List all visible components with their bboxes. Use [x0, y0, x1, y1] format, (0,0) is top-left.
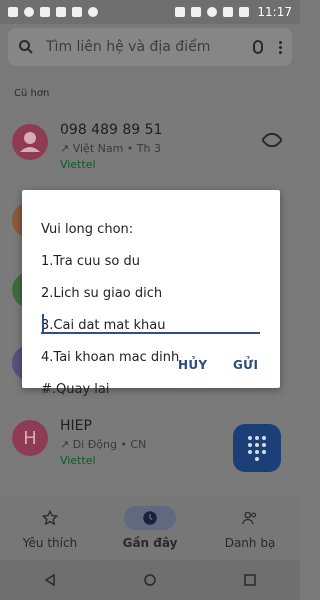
ussd-dialog: Vui long chon: 1.Tra cuu so du 2.Lich su… [22, 190, 280, 397]
search-placeholder[interactable]: Tìm liên hệ và địa điểm [34, 39, 253, 55]
signal-icon [223, 7, 234, 17]
recents-icon[interactable] [243, 573, 257, 587]
dialog-line: #.Quay lai [41, 382, 110, 397]
dialpad-button[interactable] [233, 424, 281, 472]
bluetooth-icon [175, 7, 186, 17]
contact-name: HIEP [60, 418, 92, 434]
star-icon [41, 509, 59, 526]
text-caret [42, 314, 44, 332]
avatar [12, 124, 48, 160]
person-icon [20, 132, 40, 152]
wifi-icon [207, 7, 218, 17]
more-options-icon[interactable] [279, 40, 282, 54]
contact-carrier: Viettel [60, 158, 96, 171]
search-icon [19, 40, 33, 54]
list-item[interactable]: 098 489 89 51 ↗ Việt Nam • Th 3 Viettel [0, 110, 300, 174]
dialpad-icon [248, 435, 266, 461]
app-r-icon [72, 7, 82, 17]
vibrate-icon [191, 7, 202, 17]
tab-favorites[interactable]: Yêu thích [0, 496, 100, 560]
bottom-navigation: Yêu thích Gần đây Danh bạ [0, 496, 300, 560]
call-icon[interactable] [260, 128, 284, 152]
dot-icon [88, 7, 98, 17]
notification-icon [8, 7, 18, 17]
back-icon[interactable] [43, 573, 57, 587]
section-label: Cũ hơn [14, 88, 50, 99]
system-navigation [0, 560, 300, 600]
play-icon [56, 7, 66, 17]
tab-label: Danh bạ [224, 536, 276, 550]
search-bar[interactable]: Tìm liên hệ và địa điểm [8, 28, 292, 66]
chat-icon [24, 7, 34, 17]
contact-carrier: Viettel [60, 454, 96, 467]
battery-icon [239, 7, 250, 17]
clock-icon [143, 511, 157, 525]
dialog-line: 1.Tra cuu so du [41, 254, 140, 269]
send-button[interactable]: GỬI [233, 358, 258, 372]
tab-recents[interactable]: Gần đây [100, 496, 200, 560]
people-icon [241, 511, 257, 525]
contact-name: 098 489 89 51 [60, 122, 163, 138]
status-bar: 11:17 [0, 0, 300, 24]
dialog-line: Vui long chon: [41, 222, 134, 237]
tab-label: Gần đây [122, 536, 178, 550]
status-right-icons: 11:17 [175, 5, 292, 19]
tab-contacts[interactable]: Danh bạ [200, 496, 300, 560]
tab-label: Yêu thích [22, 536, 78, 550]
status-time: 11:17 [257, 5, 292, 19]
dialog-message: Vui long chon: 1.Tra cuu so du 2.Lich su… [41, 206, 261, 414]
response-input[interactable] [41, 312, 260, 334]
home-icon[interactable] [143, 573, 157, 587]
contact-sub: ↗ Việt Nam • Th 3 [60, 142, 161, 155]
mic-icon[interactable] [253, 40, 263, 54]
app-icon [40, 7, 50, 17]
contact-sub: ↗ Di Động • CN [60, 438, 147, 451]
status-left-icons [8, 7, 98, 17]
dialog-line: 2.Lich su giao dich [41, 286, 163, 301]
cancel-button[interactable]: HỦY [178, 358, 207, 372]
avatar: H [12, 420, 48, 456]
dialog-line: 4.Tai khoan mac dinh [41, 350, 180, 365]
